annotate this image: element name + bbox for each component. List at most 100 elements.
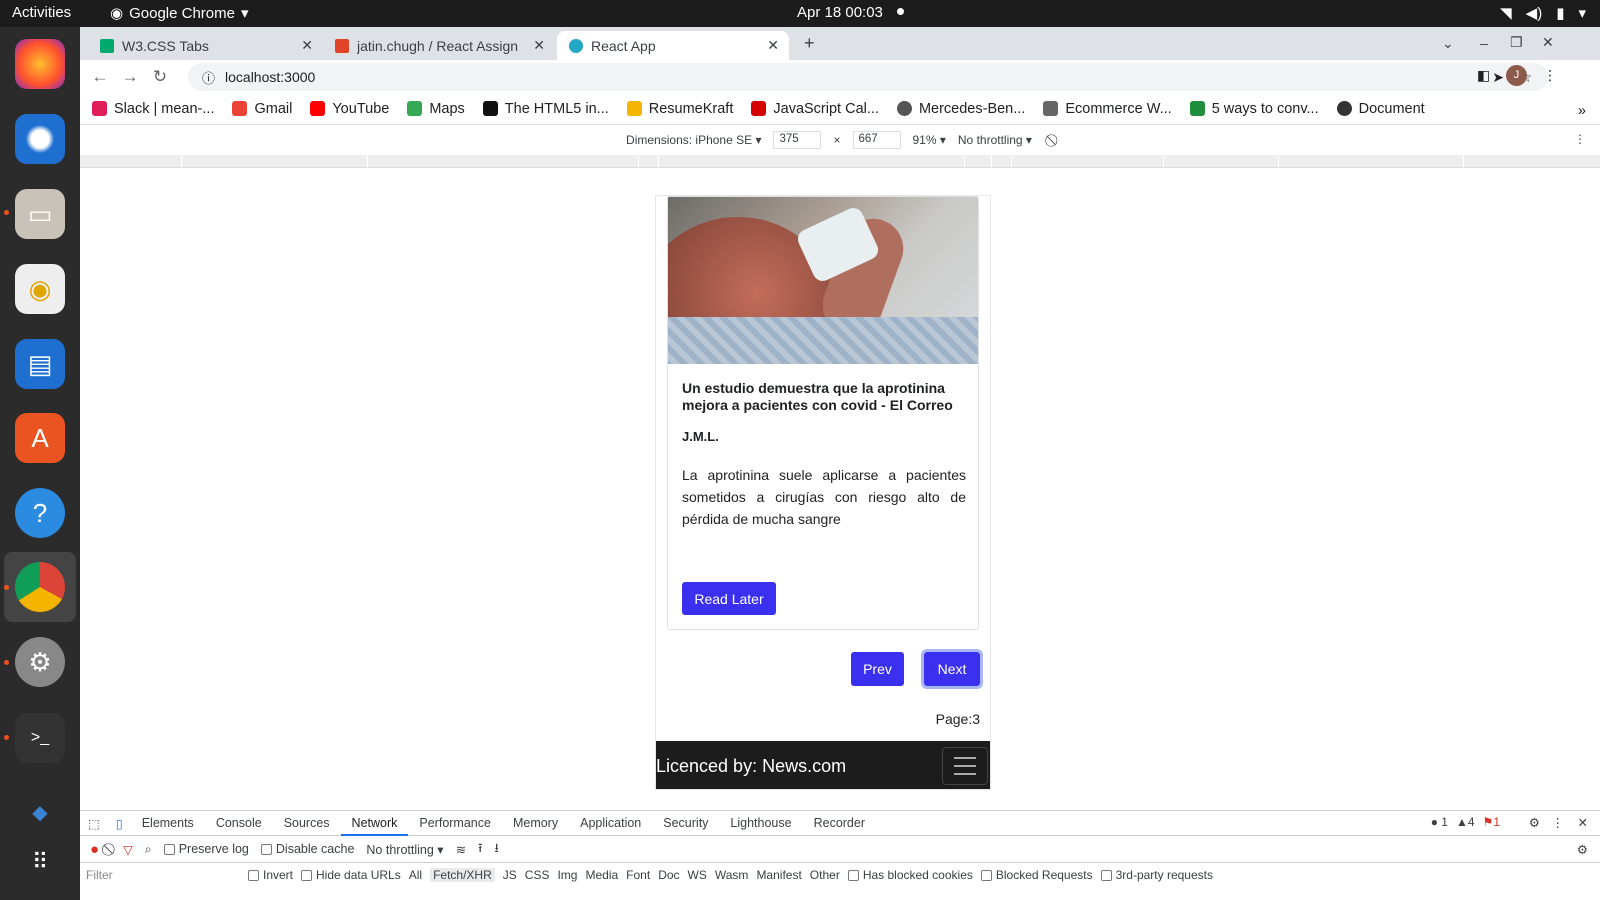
menu-kebab-icon[interactable]: ⋮ — [1543, 67, 1557, 84]
tab-lighthouse[interactable]: Lighthouse — [719, 811, 802, 836]
tab-security[interactable]: Security — [652, 811, 719, 836]
network-throttling-select[interactable]: No throttling ▾ — [366, 842, 443, 857]
help-icon[interactable]: ? — [15, 488, 65, 538]
throttling-select[interactable]: No throttling ▾ — [958, 133, 1032, 147]
system-tray[interactable]: ◥ ◀) ▮ ▾ — [1500, 4, 1586, 22]
show-apps-grid-icon[interactable]: ⠿ — [15, 837, 65, 887]
next-button[interactable]: Next — [921, 649, 983, 689]
type-doc[interactable]: Doc — [658, 868, 679, 882]
width-input[interactable]: 375 — [773, 131, 822, 149]
software-icon[interactable]: A — [15, 413, 65, 463]
height-input[interactable]: 667 — [852, 131, 901, 149]
tab-recorder[interactable]: Recorder — [803, 811, 876, 836]
tab-react-app[interactable]: React App ✕ — [557, 31, 789, 60]
device-toggle-icon[interactable]: ▯ — [108, 816, 131, 831]
tab-gitlab[interactable]: jatin.chugh / React Assign ✕ — [323, 31, 555, 60]
type-fetch-xhr[interactable]: Fetch/XHR — [430, 868, 495, 882]
media-query-ruler[interactable] — [80, 155, 1600, 168]
side-panel-icon[interactable]: ◧ — [1477, 67, 1490, 84]
hide-data-urls-checkbox[interactable]: Hide data URLs — [301, 868, 401, 882]
terminal-icon[interactable]: >_ — [15, 713, 65, 763]
activities-button[interactable]: Activities — [12, 4, 71, 21]
type-font[interactable]: Font — [626, 868, 650, 882]
bookmark-mercedes[interactable]: Mercedes-Ben... — [896, 101, 1025, 117]
bookmark-youtube[interactable]: YouTube — [310, 101, 389, 117]
send-icon[interactable]: ➤ — [1492, 69, 1504, 86]
import-har-icon[interactable]: ⭱ — [478, 839, 482, 860]
address-bar[interactable]: ⓘ localhost:3000 ➤ ☆ — [188, 63, 1548, 91]
tab-search-chevron-icon[interactable]: ⌄ — [1442, 35, 1454, 52]
tab-sources[interactable]: Sources — [273, 811, 341, 836]
type-all[interactable]: All — [409, 868, 422, 882]
files-icon[interactable]: ▭ — [15, 189, 65, 239]
device-select[interactable]: Dimensions: iPhone SE ▾ — [626, 133, 761, 147]
forward-icon[interactable]: → — [115, 67, 145, 87]
invert-checkbox[interactable]: Invert — [248, 868, 293, 882]
bookmark-gmail[interactable]: Gmail — [232, 101, 292, 117]
read-later-button[interactable]: Read Later — [682, 582, 776, 615]
devtools-settings-icon[interactable]: ⚙ — [1529, 815, 1540, 830]
bookmark-resumekraft[interactable]: ResumeKraft — [626, 101, 733, 117]
search-icon[interactable]: ⌕ — [145, 842, 152, 857]
devtools-menu-icon[interactable]: ⋮ — [1552, 815, 1565, 830]
third-party-checkbox[interactable]: 3rd-party requests — [1100, 868, 1213, 882]
tab-network[interactable]: Network — [340, 811, 409, 836]
hamburger-menu-icon[interactable] — [942, 747, 988, 785]
reload-icon[interactable]: ↻ — [145, 67, 175, 87]
restore-icon[interactable]: ❐ — [1510, 34, 1523, 51]
window-close-icon[interactable]: ✕ — [1542, 34, 1554, 51]
type-js[interactable]: JS — [503, 868, 517, 882]
close-icon[interactable]: ✕ — [301, 37, 313, 54]
network-conditions-icon[interactable]: ≋ — [456, 842, 466, 857]
writer-icon[interactable]: ▤ — [15, 339, 65, 389]
app-menu[interactable]: ◉ Google Chrome ▾ — [110, 4, 249, 23]
type-wasm[interactable]: Wasm — [715, 868, 749, 882]
tab-performance[interactable]: Performance — [408, 811, 502, 836]
bookmark-ecommerce[interactable]: Ecommerce W... — [1043, 101, 1172, 117]
export-har-icon[interactable]: ⭳ — [494, 839, 498, 860]
close-icon[interactable]: ✕ — [533, 37, 545, 54]
settings-gear-icon[interactable]: ⚙ — [15, 637, 65, 687]
type-ws[interactable]: WS — [688, 868, 707, 882]
minimize-icon[interactable]: – — [1480, 35, 1488, 51]
tab-console[interactable]: Console — [205, 811, 273, 836]
tab-memory[interactable]: Memory — [502, 811, 569, 836]
profile-avatar[interactable]: J — [1506, 65, 1527, 86]
tab-elements[interactable]: Elements — [131, 811, 205, 836]
inspect-element-icon[interactable]: ⬚ — [80, 816, 108, 831]
tab-w3css[interactable]: W3.CSS Tabs ✕ — [88, 31, 323, 60]
chrome-icon[interactable] — [15, 562, 65, 612]
blocked-requests-checkbox[interactable]: Blocked Requests — [980, 868, 1093, 882]
bookmark-html5[interactable]: The HTML5 in... — [482, 101, 609, 117]
firefox-icon[interactable] — [15, 39, 65, 89]
disable-cache-checkbox[interactable]: Disable cache — [260, 842, 354, 856]
bookmark-document[interactable]: Document — [1336, 101, 1425, 117]
close-icon[interactable]: ✕ — [767, 37, 779, 54]
clock[interactable]: Apr 18 00:03 — [797, 4, 904, 21]
type-manifest[interactable]: Manifest — [756, 868, 801, 882]
more-bookmarks-chevron-icon[interactable]: » — [1578, 103, 1586, 119]
blocked-cookies-checkbox[interactable]: Has blocked cookies — [847, 868, 973, 882]
vscode-icon[interactable]: ◆ — [15, 787, 65, 837]
issue-counters[interactable]: ● 1 ▲4 ⚑1 — [1431, 815, 1500, 829]
type-img[interactable]: Img — [557, 868, 577, 882]
preserve-log-checkbox[interactable]: Preserve log — [163, 842, 249, 856]
zoom-select[interactable]: 91% ▾ — [913, 133, 946, 147]
type-media[interactable]: Media — [585, 868, 618, 882]
type-css[interactable]: CSS — [525, 868, 550, 882]
thunderbird-icon[interactable] — [15, 114, 65, 164]
record-icon[interactable]: ● — [90, 841, 99, 858]
type-other[interactable]: Other — [810, 868, 840, 882]
bookmark-5-ways[interactable]: 5 ways to conv... — [1189, 101, 1319, 117]
device-menu-kebab-icon[interactable]: ⋮ — [1574, 132, 1586, 146]
bookmark-maps[interactable]: Maps — [407, 101, 465, 117]
back-icon[interactable]: ← — [85, 67, 115, 87]
prev-button[interactable]: Prev — [851, 652, 904, 686]
devtools-close-icon[interactable]: ✕ — [1578, 815, 1588, 830]
bookmark-javascript[interactable]: JavaScript Cal... — [751, 101, 879, 117]
network-settings-icon[interactable]: ⚙ — [1577, 842, 1588, 857]
tab-application[interactable]: Application — [569, 811, 652, 836]
rhythmbox-icon[interactable]: ◉ — [15, 264, 65, 314]
new-tab-plus-icon[interactable]: + — [804, 33, 815, 54]
filter-icon[interactable]: ▽ — [123, 842, 133, 857]
